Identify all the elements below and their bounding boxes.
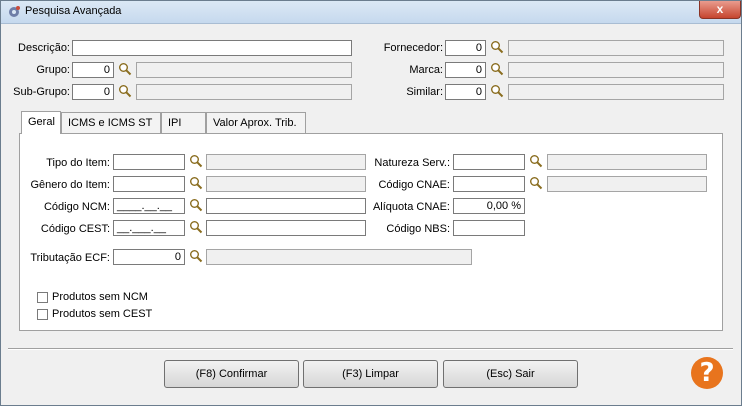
fornecedor-search-icon[interactable]: [490, 40, 504, 54]
codigo-nbs-label: Código NBS:: [386, 223, 450, 235]
subgrupo-search-icon[interactable]: [118, 84, 132, 98]
similar-desc-field: [508, 84, 724, 100]
marca-label: Marca:: [409, 64, 443, 76]
subgrupo-desc-field: [136, 84, 352, 100]
codigo-cest-input[interactable]: __.___.__: [113, 220, 185, 236]
natureza-serv-desc-field: [547, 154, 707, 170]
codigo-ncm-search-icon[interactable]: [189, 198, 203, 212]
codigo-nbs-input[interactable]: [453, 220, 525, 236]
title-bar[interactable]: Pesquisa Avançada x: [1, 1, 741, 24]
codigo-ncm-desc-field[interactable]: [206, 198, 366, 214]
genero-item-search-icon[interactable]: [189, 176, 203, 190]
grupo-desc-field: [136, 62, 352, 78]
sair-button[interactable]: (Esc) Sair: [443, 360, 578, 388]
subgrupo-code-input[interactable]: 0: [72, 84, 114, 100]
similar-label: Similar:: [406, 86, 443, 98]
tipo-item-search-icon[interactable]: [189, 154, 203, 168]
confirmar-button[interactable]: (F8) Confirmar: [164, 360, 299, 388]
close-button[interactable]: x: [699, 1, 741, 19]
codigo-cnae-desc-field: [547, 176, 707, 192]
codigo-cest-desc-field[interactable]: [206, 220, 366, 236]
fornecedor-label: Fornecedor:: [383, 42, 443, 54]
app-gear-icon: [9, 6, 20, 17]
genero-item-input[interactable]: [113, 176, 185, 192]
grupo-search-icon[interactable]: [118, 62, 132, 76]
fornecedor-desc-field: [508, 40, 724, 56]
aliquota-cnae-input[interactable]: 0,00 %: [453, 198, 525, 214]
produtos-sem-cest-checkbox[interactable]: [37, 309, 48, 320]
limpar-button[interactable]: (F3) Limpar: [303, 360, 438, 388]
tipo-item-desc-field: [206, 154, 366, 170]
marca-search-icon[interactable]: [490, 62, 504, 76]
produtos-sem-ncm-label[interactable]: Produtos sem NCM: [52, 291, 148, 303]
codigo-cnae-input[interactable]: [453, 176, 525, 192]
natureza-serv-label: Natureza Serv.:: [374, 157, 450, 169]
tab-geral[interactable]: Geral: [21, 111, 61, 134]
codigo-ncm-input[interactable]: ____.__.__: [113, 198, 185, 214]
similar-search-icon[interactable]: [490, 84, 504, 98]
tab-ipi[interactable]: IPI: [161, 112, 206, 133]
genero-item-label: Gênero do Item:: [30, 179, 111, 191]
fornecedor-code-input[interactable]: 0: [445, 40, 486, 56]
genero-item-desc-field: [206, 176, 366, 192]
codigo-cest-label: Código CEST:: [40, 223, 110, 235]
subgrupo-label: Sub-Grupo:: [13, 86, 70, 98]
descricao-input[interactable]: [72, 40, 352, 56]
tributacao-ecf-search-icon[interactable]: [189, 249, 203, 263]
footer-separator: [8, 348, 733, 350]
descricao-label: Descrição:: [18, 42, 70, 54]
produtos-sem-cest-label[interactable]: Produtos sem CEST: [52, 308, 152, 320]
grupo-code-input[interactable]: 0: [72, 62, 114, 78]
codigo-cnae-search-icon[interactable]: [529, 176, 543, 190]
tipo-item-input[interactable]: [113, 154, 185, 170]
produtos-sem-ncm-checkbox[interactable]: [37, 292, 48, 303]
window-title: Pesquisa Avançada: [25, 5, 122, 17]
natureza-serv-input[interactable]: [453, 154, 525, 170]
codigo-ncm-label: Código NCM:: [43, 201, 110, 213]
marca-code-input[interactable]: 0: [445, 62, 486, 78]
aliquota-cnae-label: Alíquota CNAE:: [372, 201, 450, 213]
tab-icms[interactable]: ICMS e ICMS ST: [61, 112, 161, 133]
grupo-label: Grupo:: [36, 64, 70, 76]
tributacao-ecf-input[interactable]: 0: [113, 249, 185, 265]
natureza-serv-search-icon[interactable]: [529, 154, 543, 168]
codigo-cest-search-icon[interactable]: [189, 220, 203, 234]
help-icon[interactable]: ?: [691, 357, 723, 389]
tributacao-ecf-label: Tributação ECF:: [30, 252, 110, 264]
codigo-cnae-label: Código CNAE:: [378, 179, 450, 191]
similar-code-input[interactable]: 0: [445, 84, 486, 100]
tab-valor-aprox-trib[interactable]: Valor Aprox. Trib.: [206, 112, 306, 133]
tipo-item-label: Tipo do Item:: [46, 157, 110, 169]
marca-desc-field: [508, 62, 724, 78]
tributacao-ecf-desc-field: [206, 249, 472, 265]
